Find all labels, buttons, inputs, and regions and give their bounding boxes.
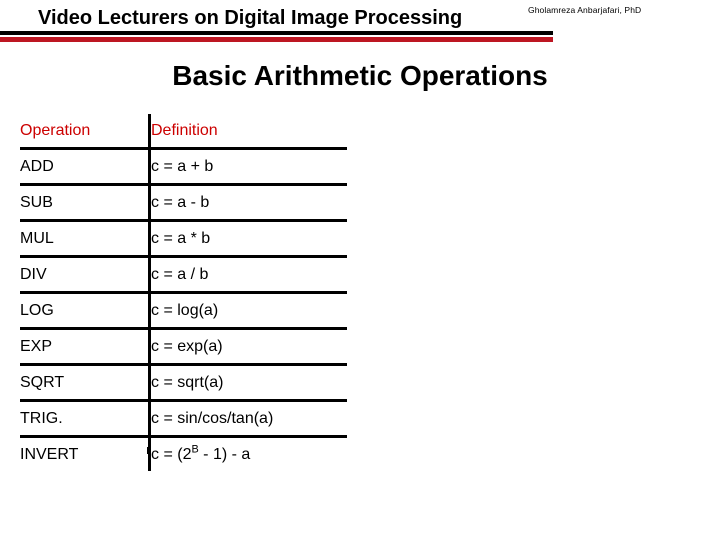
- cell-definition: c = a / b: [148, 256, 347, 293]
- column-header-operation: Operation: [20, 122, 91, 139]
- cell-operation: EXP: [20, 338, 53, 355]
- table-row: EXP c = exp(a): [20, 328, 347, 365]
- table-row: SUB c = a - b: [20, 184, 347, 221]
- cell-operation: INVERT: [20, 446, 79, 463]
- cell-definition: c = sqrt(a): [148, 364, 347, 401]
- cell-definition: c = log(a): [148, 292, 347, 329]
- arithmetic-operations-table: Operation Definition ADD c = a + b SUB c = …: [20, 114, 347, 471]
- table-row: DIV c = a / b: [20, 256, 347, 293]
- cell-operation: SUB: [20, 194, 53, 211]
- slide-header: Video Lecturers on Digital Image Process…: [0, 0, 720, 48]
- cell-definition: c = a + b: [148, 148, 347, 185]
- table-row: SQRT c = sqrt(a): [20, 364, 347, 401]
- cell-operation: ADD: [20, 158, 54, 175]
- table-body: ADD c = a + b SUB c = a - b MUL c = a * b DIV c…: [20, 148, 347, 471]
- cell-definition: c = a * b: [148, 220, 347, 257]
- header-rule-black: [0, 31, 553, 35]
- cell-operation: DIV: [20, 266, 47, 283]
- table-head: Operation Definition: [20, 114, 347, 149]
- cell-operation: TRIG.: [20, 410, 63, 427]
- table-row: ADD c = a + b: [20, 148, 347, 185]
- table-column-divider-tail: [147, 447, 150, 454]
- cell-operation: SQRT: [20, 374, 65, 391]
- superscript-exponent: B: [191, 443, 199, 456]
- cell-definition: c = sin/cos/tan(a): [148, 400, 347, 437]
- column-header-definition: Definition: [148, 114, 347, 149]
- course-title: Video Lecturers on Digital Image Process…: [38, 7, 463, 29]
- cell-definition: c = (2B - 1) - a: [148, 436, 347, 471]
- table-row: MUL c = a * b: [20, 220, 347, 257]
- table-header-row: Operation Definition: [20, 114, 347, 149]
- table-row: LOG c = log(a): [20, 292, 347, 329]
- cell-definition: c = exp(a): [148, 328, 347, 365]
- slide-title: Basic Arithmetic Operations: [172, 60, 548, 91]
- table-row: INVERT c = (2B - 1) - a: [20, 436, 347, 471]
- cell-operation: MUL: [20, 230, 54, 247]
- cell-definition: c = a - b: [148, 184, 347, 221]
- cell-operation: LOG: [20, 302, 54, 319]
- header-rule-red: [0, 37, 553, 42]
- author-credit: Gholamreza Anbarjafari, PhD: [528, 5, 642, 15]
- table-row: TRIG. c = sin/cos/tan(a): [20, 400, 347, 437]
